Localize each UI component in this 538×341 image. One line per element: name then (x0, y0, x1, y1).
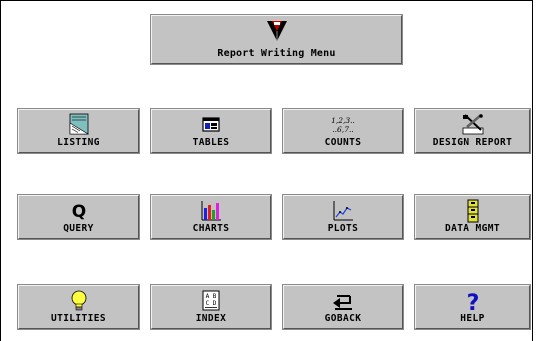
goback-button[interactable]: GOBACK (282, 284, 404, 330)
design-report-button[interactable]: DESIGN REPORT (414, 108, 531, 154)
plots-button[interactable]: PLOTS (282, 194, 404, 240)
plots-icon (333, 201, 353, 221)
tables-label: TABLES (192, 137, 230, 148)
index-icon-line1: A B (206, 293, 217, 300)
report-writing-menu-label: Report Writing Menu (217, 48, 336, 59)
charts-icon (201, 201, 221, 221)
lightbulb-icon (71, 290, 86, 311)
listing-button[interactable]: LISTING (17, 108, 140, 154)
plots-label: PLOTS (327, 223, 359, 234)
listing-label: LISTING (57, 137, 100, 148)
index-button[interactable]: A B C D INDEX (150, 284, 272, 330)
goback-label: GOBACK (324, 313, 362, 324)
counts-icon: 1,2,3.. ..6,7.. (331, 116, 355, 134)
utilities-label: UTILITIES (50, 313, 107, 324)
index-icon-line2: C D (206, 300, 217, 307)
tables-button[interactable]: TABLES (150, 108, 272, 154)
listing-icon (69, 113, 89, 135)
design-report-label: DESIGN REPORT (432, 137, 513, 148)
index-label: INDEX (195, 313, 227, 324)
charts-label: CHARTS (192, 223, 230, 234)
report-writing-menu-button[interactable]: Report Writing Menu (150, 14, 403, 65)
report-logo-icon (266, 21, 287, 41)
query-label: QUERY (63, 223, 94, 234)
counts-icon-line2: ..6,7.. (332, 125, 353, 134)
counts-label: COUNTS (324, 137, 362, 148)
data-mgmt-button[interactable]: DATA MGMT (414, 194, 531, 240)
counts-icon-line1: 1,2,3.. (331, 116, 355, 125)
data-mgmt-icon (467, 199, 478, 223)
query-icon: Q (71, 202, 85, 222)
query-button[interactable]: Q QUERY (17, 194, 140, 240)
utilities-button[interactable]: UTILITIES (17, 284, 140, 330)
report-menu-window: Report Writing Menu LISTING TABLES 1,2,3… (0, 0, 533, 341)
help-icon: ? (466, 291, 479, 313)
counts-button[interactable]: 1,2,3.. ..6,7.. COUNTS (282, 108, 404, 154)
query-icon-glyph: Q (71, 202, 85, 222)
help-icon-glyph: ? (466, 291, 479, 313)
tables-icon (202, 117, 220, 132)
design-report-icon (462, 114, 483, 135)
index-icon: A B C D (202, 290, 220, 311)
goback-icon (333, 295, 352, 310)
help-label: HELP (460, 313, 485, 324)
data-mgmt-label: DATA MGMT (444, 223, 501, 234)
charts-button[interactable]: CHARTS (150, 194, 272, 240)
help-button[interactable]: ? HELP (414, 284, 531, 330)
